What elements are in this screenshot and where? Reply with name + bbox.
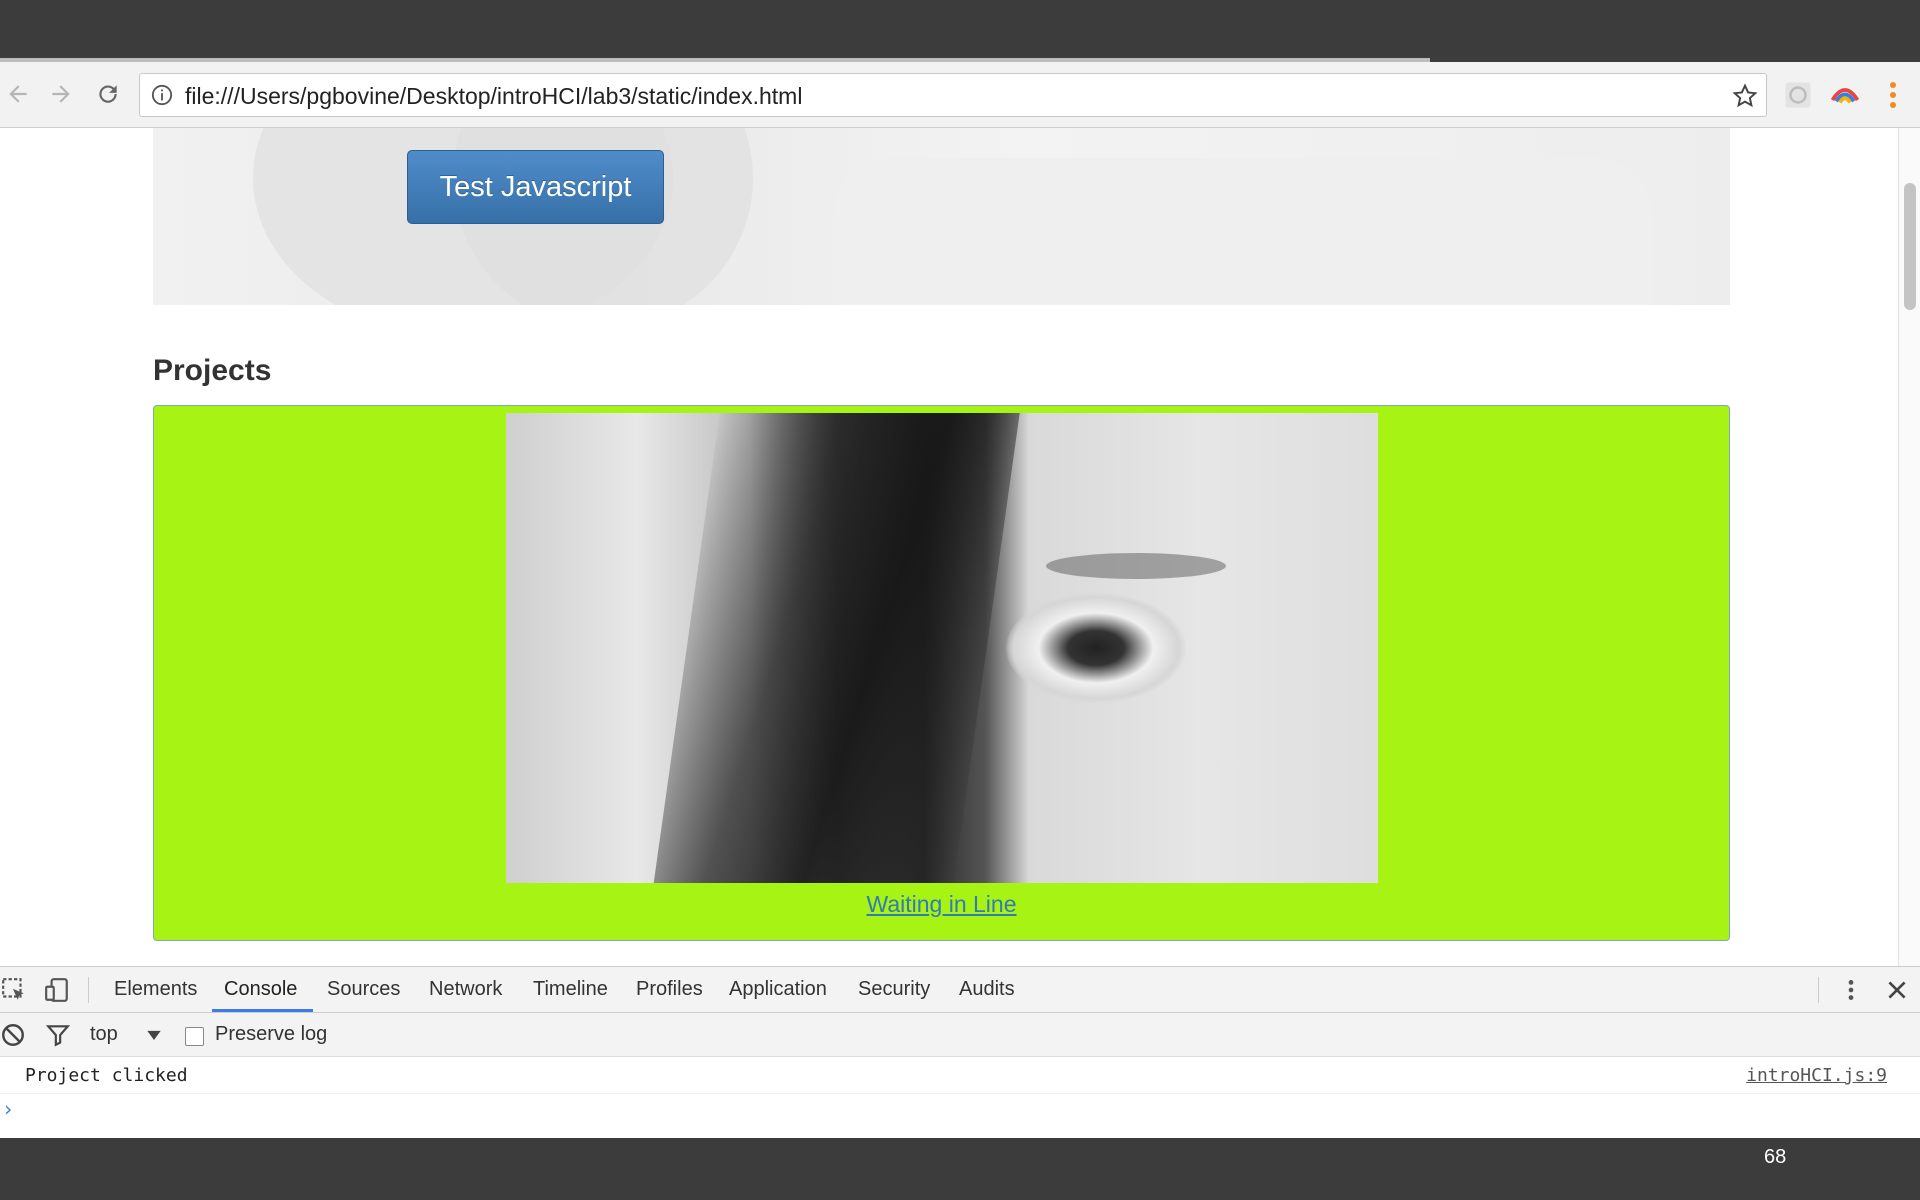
forward-arrow-icon xyxy=(52,85,70,103)
projects-heading: Projects xyxy=(153,354,272,387)
dropdown-arrow-icon[interactable] xyxy=(144,1025,164,1045)
photo-brow-detail xyxy=(1046,553,1226,579)
tab-timeline[interactable]: Timeline xyxy=(533,967,608,1012)
url-text[interactable]: file:///Users/pgbovine/Desktop/introHCI/… xyxy=(185,83,802,110)
tab-network[interactable]: Network xyxy=(429,967,502,1012)
tab-application[interactable]: Application xyxy=(729,967,827,1012)
tab-profiles[interactable]: Profiles xyxy=(636,967,703,1012)
toolbar-divider xyxy=(88,977,89,1003)
tab-audits[interactable]: Audits xyxy=(959,967,1015,1012)
devtools-panel: Elements Console Sources Network Timelin… xyxy=(0,966,1920,1139)
info-icon[interactable] xyxy=(151,84,173,106)
reload-icon xyxy=(99,85,117,103)
slide-bottom-bar xyxy=(0,1138,1920,1200)
close-icon[interactable] xyxy=(1884,977,1910,1003)
forward-button[interactable] xyxy=(46,79,76,109)
extension-arc-icon[interactable] xyxy=(1830,80,1860,110)
toolbar-divider xyxy=(1818,977,1819,1003)
slide-top-bar xyxy=(0,0,1920,60)
extension-gear-icon[interactable] xyxy=(1783,80,1813,110)
device-toolbar-icon[interactable] xyxy=(44,977,70,1003)
slide-page-number: 68 xyxy=(1764,1146,1787,1168)
console-filter-bar: top Preserve log xyxy=(0,1013,1920,1057)
project-card[interactable]: Waiting in Line xyxy=(153,405,1730,941)
project-photo[interactable] xyxy=(506,413,1378,883)
console-message: Project clicked xyxy=(25,1065,188,1086)
clear-console-icon[interactable] xyxy=(0,1022,26,1048)
test-javascript-button[interactable]: Test Javascript xyxy=(407,150,664,224)
browser-menu-icon[interactable] xyxy=(1880,78,1906,112)
photo-eye-detail xyxy=(1006,593,1186,703)
inspect-element-icon[interactable] xyxy=(1,977,27,1003)
reload-button[interactable] xyxy=(93,79,123,109)
browser-toolbar: file:///Users/pgbovine/Desktop/introHCI/… xyxy=(0,62,1920,128)
tab-sources[interactable]: Sources xyxy=(327,967,400,1012)
bookmark-star-icon[interactable] xyxy=(1732,83,1758,109)
devtools-more-icon[interactable] xyxy=(1838,977,1864,1003)
console-message-row: Project clicked introHCI.js:9 xyxy=(0,1057,1920,1094)
scrollbar-thumb[interactable] xyxy=(1904,183,1916,310)
photo-hair-detail xyxy=(649,413,1023,883)
page-viewport: Test Javascript Projects Waiting in Line xyxy=(0,128,1920,966)
context-selector[interactable]: top xyxy=(90,1023,118,1046)
project-title-link[interactable]: Waiting in Line xyxy=(154,891,1729,918)
back-arrow-icon xyxy=(9,85,27,103)
preserve-log-label[interactable]: Preserve log xyxy=(215,1023,327,1046)
console-prompt[interactable]: › xyxy=(2,1097,14,1121)
preserve-log-checkbox[interactable] xyxy=(185,1027,204,1046)
tab-console[interactable]: Console xyxy=(224,967,297,1012)
back-button[interactable] xyxy=(3,79,33,109)
tab-security[interactable]: Security xyxy=(858,967,930,1012)
console-source-link[interactable]: introHCI.js:9 xyxy=(1746,1065,1887,1086)
filter-icon[interactable] xyxy=(45,1022,71,1048)
hero-banner: Test Javascript xyxy=(153,128,1730,305)
tab-elements[interactable]: Elements xyxy=(114,967,197,1012)
active-tab-indicator xyxy=(212,1009,313,1012)
address-bar[interactable]: file:///Users/pgbovine/Desktop/introHCI/… xyxy=(139,73,1767,117)
hero-background-shape xyxy=(833,158,1653,305)
devtools-tab-bar: Elements Console Sources Network Timelin… xyxy=(0,967,1920,1013)
